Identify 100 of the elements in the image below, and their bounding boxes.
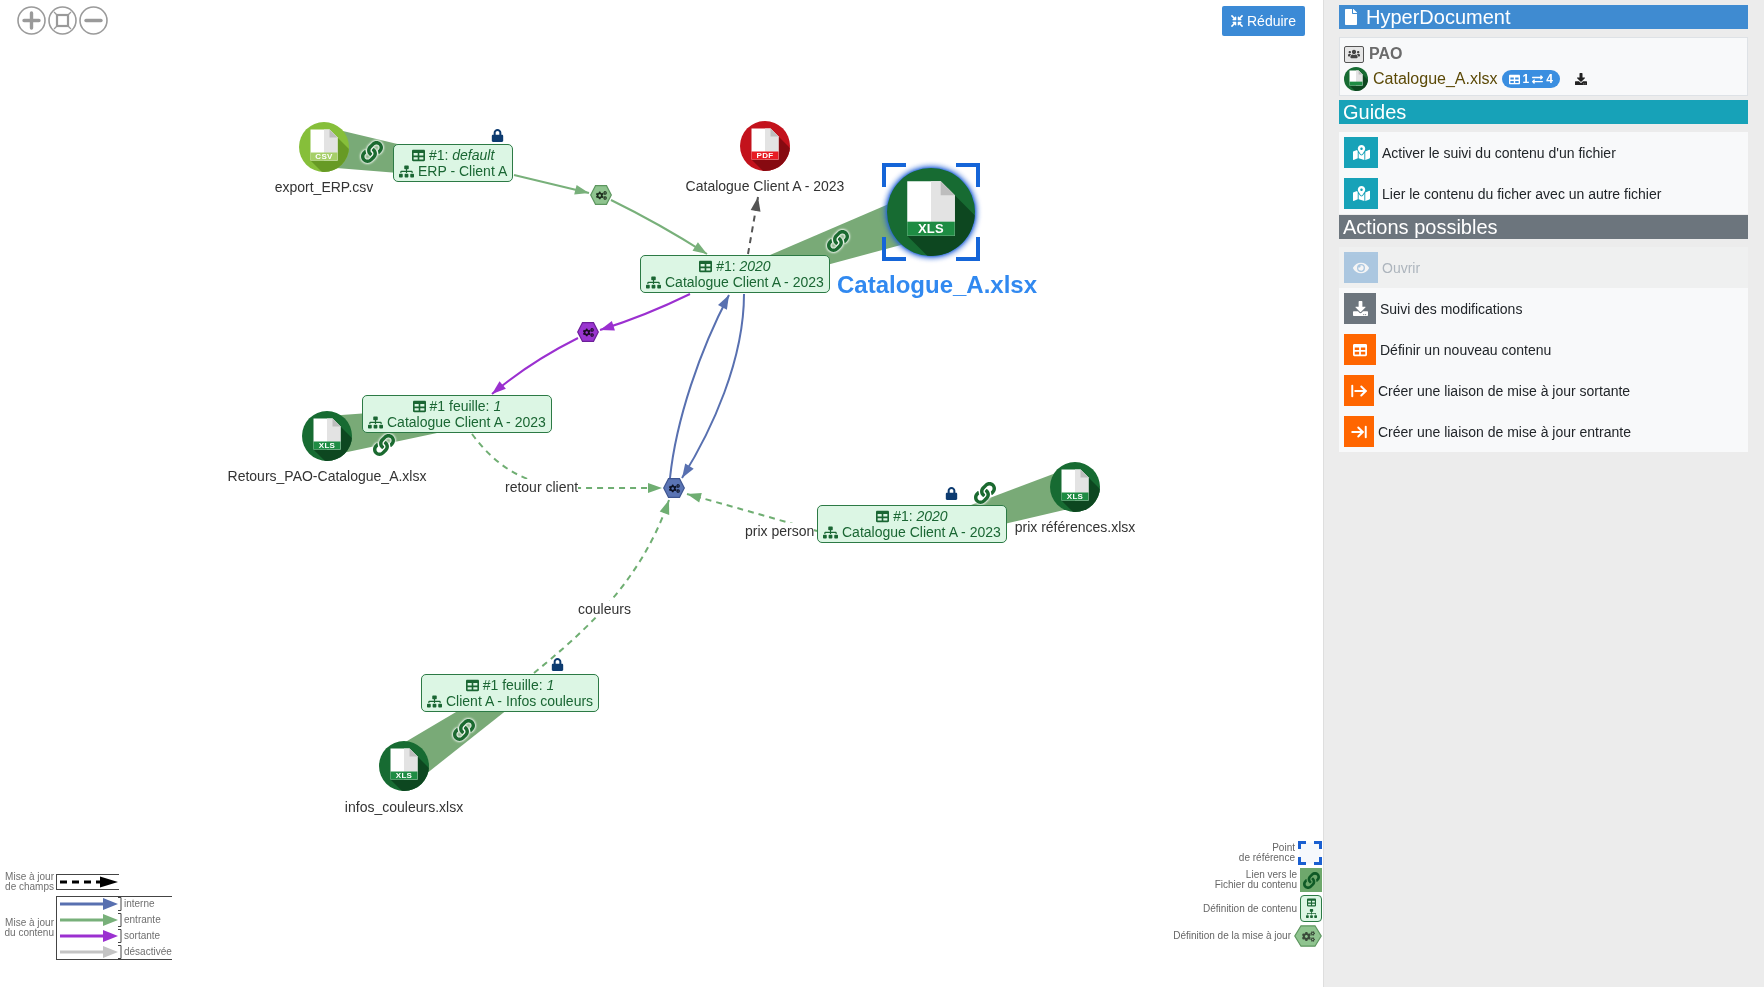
file-name-label: export_ERP.csv: [274, 179, 374, 195]
section-title: Guides: [1343, 100, 1407, 124]
eye-icon: [1344, 252, 1378, 283]
file-name-label: Catalogue Client A - 2023: [685, 178, 845, 194]
chain-link-icon: [373, 434, 395, 456]
content-title: Catalogue Client A - 2023: [387, 414, 546, 430]
csv-file-icon[interactable]: [299, 122, 349, 172]
file-name-label: infos_couleurs.xlsx: [344, 799, 464, 815]
content-node[interactable]: #1 feuille: 1 Catalogue Client A - 2023: [362, 395, 552, 433]
zoom-in-icon[interactable]: [17, 6, 46, 35]
legend-label: Définition de la mise à jour: [1173, 931, 1291, 941]
gears-hexagon-icon[interactable]: [577, 322, 599, 342]
bar-arrow-right-icon: [1344, 375, 1374, 406]
zoom-out-icon[interactable]: [79, 6, 108, 35]
chain-link-icon: [453, 719, 475, 741]
group-folder-icon: [1344, 45, 1364, 63]
guide-item[interactable]: Lier le contenu du ficher avec un autre fichier: [1339, 173, 1748, 214]
map-marker-icon: [1344, 178, 1378, 209]
gears-hexagon-icon[interactable]: [590, 185, 612, 205]
file-type-label: XLS: [1065, 492, 1085, 501]
content-node[interactable]: #1: default ERP - Client A: [393, 144, 514, 182]
download-icon[interactable]: [1574, 73, 1587, 85]
legend-label: Mise à jour de champs: [4, 872, 54, 892]
legend-label: interne: [124, 898, 155, 910]
table-icon: [411, 148, 425, 162]
table-icon: [1344, 334, 1376, 365]
table-sitemap-icon: [1300, 895, 1322, 922]
xls-file-icon[interactable]: [1050, 462, 1100, 512]
link-label: retour client: [505, 479, 579, 495]
content-title: Client A - Infos couleurs: [446, 693, 594, 709]
file-name-label: prix références.xlsx: [1014, 519, 1136, 535]
section-title: HyperDocument: [1366, 5, 1511, 29]
sitemap-icon: [823, 524, 838, 540]
content-node[interactable]: #1: 2020 Catalogue Client A - 2023: [817, 505, 1007, 543]
legend-label: entrante: [124, 914, 161, 926]
sitemap-icon: [399, 163, 414, 179]
legend-label: sortante: [124, 930, 161, 942]
map-marker-icon: [1344, 137, 1378, 168]
chain-link-icon: [361, 141, 383, 163]
file-type-label: PDF: [755, 151, 775, 160]
legend-label: désactivée: [124, 946, 172, 958]
chain-link-icon: [1300, 868, 1322, 892]
sheet-label: #1 feuille: 1: [429, 398, 502, 414]
sitemap-icon: [427, 693, 442, 709]
gears-hexagon-icon[interactable]: [663, 478, 685, 498]
sitemap-icon: [368, 414, 383, 430]
xls-file-icon[interactable]: [302, 411, 352, 461]
table-icon: [1508, 73, 1520, 85]
chain-link-icon: [974, 482, 996, 504]
sitemap-icon: [646, 274, 661, 290]
action-item[interactable]: Suivi des modifications: [1339, 288, 1748, 329]
content-count: 1: [1522, 72, 1530, 86]
content-node[interactable]: #1 feuille: 1 Client A - Infos couleurs: [421, 674, 600, 712]
sheet-label: #1 feuille: 1: [482, 677, 555, 693]
link-label: couleurs: [578, 601, 631, 617]
legend-label: Mise à jour du contenu: [3, 918, 54, 938]
gears-hexagon-icon: [1294, 925, 1322, 947]
sheet-label: #1: 2020: [716, 258, 771, 274]
table-icon: [699, 259, 713, 273]
table-icon: [876, 509, 890, 523]
file-icon: [1343, 9, 1359, 25]
legend-label: Lien vers le Fichier du contenu: [1214, 870, 1297, 890]
chain-link-icon: [827, 230, 849, 252]
file-type-label: XLS: [916, 221, 946, 236]
guide-item[interactable]: Activer le suivi du contenu d'un fichier: [1339, 132, 1748, 173]
file-type-label: CSV: [314, 152, 334, 161]
legend-label: Définition de contenu: [1203, 903, 1297, 914]
reduce-button[interactable]: Réduire: [1222, 6, 1306, 36]
link-label: prix person: [745, 523, 815, 539]
arrow-right-bar-icon: [1344, 416, 1374, 447]
file-name-label: Retours_PAO-Catalogue_A.xlsx: [227, 468, 427, 484]
link-count: 4: [1546, 72, 1553, 86]
file-type-label: XLS: [394, 771, 414, 780]
content-node[interactable]: #1: 2020 Catalogue Client A - 2023: [640, 255, 830, 293]
action-item[interactable]: Créer une liaison de mise à jour sortante: [1339, 370, 1748, 411]
content-title: Catalogue Client A - 2023: [842, 524, 1001, 540]
compress-icon: [1231, 15, 1243, 27]
dashed-connector-arrow: [747, 196, 761, 255]
file-type-label: XLS: [317, 441, 337, 450]
action-item[interactable]: Définir un nouveau contenu: [1339, 329, 1748, 370]
sheet-label: #1: default: [428, 147, 495, 163]
section-title: Actions possibles: [1343, 215, 1498, 239]
sheet-label: #1: 2020: [893, 508, 948, 524]
fit-view-icon[interactable]: [48, 6, 77, 35]
table-icon: [465, 678, 479, 692]
content-title: ERP - Client A: [418, 163, 508, 179]
document-name[interactable]: Catalogue_A.xlsx: [1373, 70, 1498, 88]
legend-label: Point de référence: [1238, 843, 1295, 863]
xls-file-icon[interactable]: [379, 741, 429, 791]
project-name: PAO: [1369, 45, 1403, 63]
download-icon: [1344, 293, 1376, 324]
exchange-icon: [1532, 73, 1544, 85]
action-item[interactable]: Créer une liaison de mise à jour entrante: [1339, 411, 1748, 452]
file-name-label: Catalogue_A.xlsx: [836, 271, 1038, 299]
table-icon: [412, 399, 426, 413]
pdf-file-icon[interactable]: [740, 121, 790, 171]
dashed-arrow-icon: [59, 875, 119, 889]
legend-arrow-icon: [59, 929, 122, 943]
xls-file-icon: [1344, 67, 1368, 91]
legend-arrow-icon: [59, 913, 122, 927]
